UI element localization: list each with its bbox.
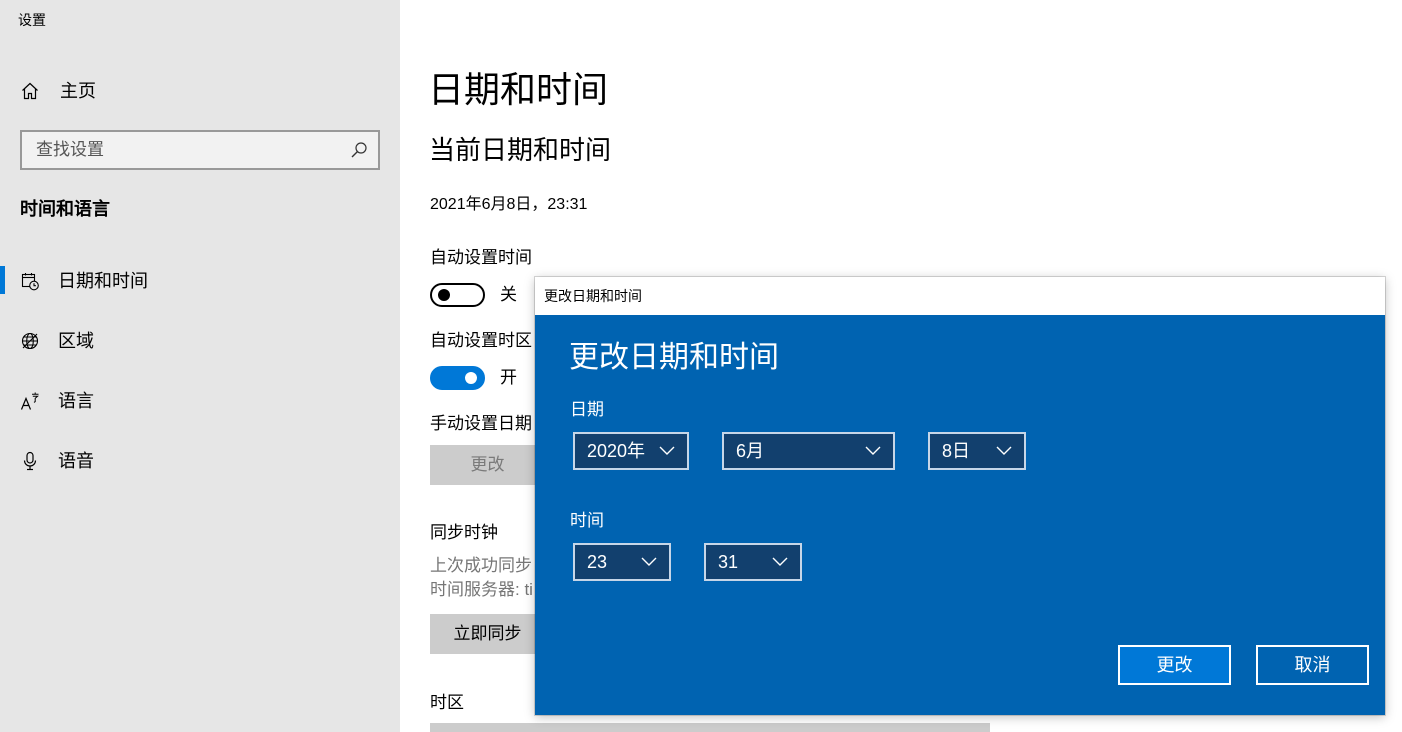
current-datetime-value: 2021年6月8日，23:31: [430, 196, 588, 213]
year-dropdown[interactable]: 2020年: [573, 432, 689, 470]
auto-timezone-toggle[interactable]: [430, 366, 485, 390]
chevron-down-icon: [659, 446, 675, 455]
search-icon[interactable]: [350, 141, 368, 159]
home-icon: [22, 82, 38, 100]
sidebar-item-date-time[interactable]: 日期和时间: [0, 257, 400, 305]
search-box[interactable]: [20, 130, 380, 170]
page-title: 日期和时间: [428, 69, 609, 110]
dialog-title: 更改日期和时间: [569, 341, 779, 374]
sync-now-button[interactable]: 立即同步: [430, 614, 545, 654]
dialog-change-button[interactable]: 更改: [1118, 645, 1231, 685]
sidebar-item-label: 语言: [58, 391, 94, 411]
manual-datetime-label: 手动设置日期: [430, 414, 532, 433]
timezone-heading: 时区: [430, 693, 464, 712]
time-label: 时间: [570, 511, 604, 530]
last-sync-text: 上次成功同步: [430, 556, 532, 575]
auto-time-state: 关: [500, 285, 517, 304]
globe-icon: [21, 332, 39, 350]
sidebar-home-label: 主页: [60, 81, 96, 101]
sidebar-item-label: 日期和时间: [58, 271, 148, 291]
search-input[interactable]: [22, 132, 378, 168]
language-icon: [20, 392, 39, 410]
selected-indicator: [0, 266, 5, 294]
calendar-clock-icon: [21, 273, 39, 291]
chevron-down-icon: [772, 557, 788, 566]
auto-time-label: 自动设置时间: [430, 248, 532, 267]
minute-dropdown[interactable]: 31: [704, 543, 802, 581]
timezone-dropdown[interactable]: [430, 723, 990, 732]
sidebar-item-language[interactable]: 语言: [0, 377, 400, 425]
sidebar-item-label: 区域: [58, 331, 94, 351]
day-dropdown[interactable]: 8日: [928, 432, 1026, 470]
sidebar-home[interactable]: 主页: [0, 71, 400, 111]
change-datetime-button[interactable]: 更改: [430, 445, 545, 485]
dialog-window-title: 更改日期和时间: [544, 288, 642, 304]
dialog-body: 更改日期和时间 日期 2020年 6月 8日 时间 23 31 更改 取消: [535, 315, 1385, 715]
sidebar-section-title: 时间和语言: [20, 199, 110, 219]
sidebar-item-region[interactable]: 区域: [0, 317, 400, 365]
month-dropdown[interactable]: 6月: [722, 432, 895, 470]
window-title: 设置: [18, 12, 46, 28]
chevron-down-icon: [641, 557, 657, 566]
dialog-titlebar: 更改日期和时间: [535, 277, 1385, 315]
hour-value: 23: [587, 552, 608, 572]
month-value: 6月: [736, 441, 765, 461]
current-datetime-heading: 当前日期和时间: [429, 135, 612, 165]
auto-timezone-label: 自动设置时区: [430, 331, 532, 350]
chevron-down-icon: [996, 446, 1012, 455]
toggle-knob: [438, 289, 450, 301]
sidebar: 设置 主页 时间和语言 日期和时间: [0, 0, 400, 732]
toggle-knob: [465, 372, 477, 384]
change-datetime-dialog: 更改日期和时间 更改日期和时间 日期 2020年 6月 8日 时间 23 31 …: [535, 277, 1385, 715]
auto-time-toggle[interactable]: [430, 283, 485, 307]
time-server-text: 时间服务器: ti: [430, 580, 533, 599]
date-label: 日期: [570, 400, 604, 419]
minute-value: 31: [718, 552, 739, 572]
day-value: 8日: [942, 441, 971, 461]
sidebar-item-speech[interactable]: 语音: [0, 437, 400, 485]
sidebar-item-label: 语音: [58, 451, 94, 471]
microphone-icon: [23, 451, 37, 471]
auto-timezone-state: 开: [500, 368, 517, 387]
chevron-down-icon: [865, 446, 881, 455]
hour-dropdown[interactable]: 23: [573, 543, 671, 581]
sync-clock-heading: 同步时钟: [430, 523, 498, 542]
dialog-cancel-button[interactable]: 取消: [1256, 645, 1369, 685]
year-value: 2020年: [587, 441, 646, 461]
